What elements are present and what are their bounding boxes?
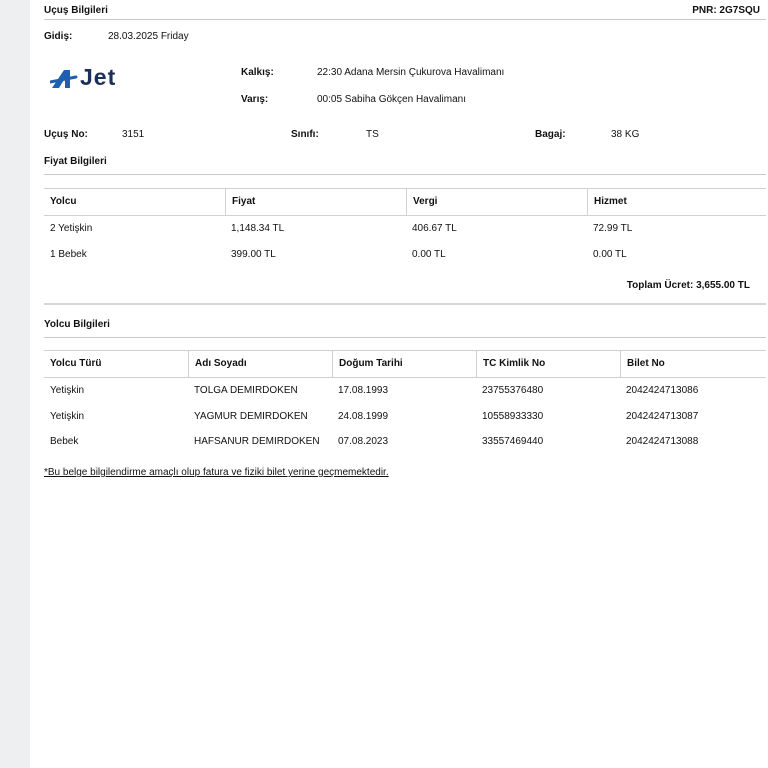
kalkis-value: 22:30 Adana Mersin Çukurova Havalimanı — [317, 67, 505, 78]
kalkis-label: Kalkış: — [241, 67, 274, 78]
ucus-no-value: 3151 — [122, 129, 145, 140]
column-header: Hizmet — [587, 189, 766, 215]
table-cell: Yetişkin — [50, 385, 85, 396]
divider — [44, 19, 766, 20]
section-title-fiyat: Fiyat Bilgileri — [44, 156, 107, 167]
table-cell: 23755376480 — [482, 385, 544, 396]
pnr-code: PNR: 2G7SQU — [692, 5, 760, 16]
gidis-value: 28.03.2025 Friday — [108, 31, 189, 42]
column-header: Fiyat — [225, 189, 406, 215]
table-cell: 17.08.1993 — [338, 385, 389, 396]
ucus-no-label: Uçuş No: — [44, 129, 88, 140]
table-cell: 1,148.34 TL — [231, 223, 285, 234]
column-header: Bilet No — [620, 351, 766, 377]
table-cell: 24.08.1999 — [338, 411, 389, 422]
price-table: Yolcu Fiyat Vergi Hizmet 2 Yetişkin 1,14… — [44, 188, 766, 269]
table-cell: 10558933330 — [482, 411, 544, 422]
bagaj-label: Bagaj: — [535, 129, 566, 140]
table-cell: 72.99 TL — [593, 223, 633, 234]
airline-logo: Jet — [48, 64, 150, 92]
table-cell: 33557469440 — [482, 436, 544, 447]
table-cell: TOLGA DEMIRDOKEN — [194, 385, 298, 396]
total-price: Toplam Ücret: 3,655.00 TL — [626, 280, 750, 291]
gidis-label: Gidiş: — [44, 31, 73, 42]
varis-value: 00:05 Sabiha Gökçen Havalimanı — [317, 94, 466, 105]
table-cell: 0.00 TL — [593, 249, 627, 260]
table-cell: Yetişkin — [50, 411, 85, 422]
column-header: TC Kimlik No — [476, 351, 620, 377]
sinif-value: TS — [366, 129, 379, 140]
section-title-ucus: Uçuş Bilgileri — [44, 5, 108, 16]
table-cell: Bebek — [50, 436, 79, 447]
disclaimer-note: *Bu belge bilgilendirme amaçlı olup fatu… — [44, 467, 389, 478]
table-cell: 07.08.2023 — [338, 436, 389, 447]
document-page: Uçuş Bilgileri PNR: 2G7SQU Gidiş: 28.03.… — [30, 0, 768, 768]
table-cell: 406.67 TL — [412, 223, 457, 234]
table-cell: 2042424713087 — [626, 411, 699, 422]
divider — [44, 337, 766, 338]
table-cell: 0.00 TL — [412, 249, 446, 260]
column-header: Doğum Tarihi — [332, 351, 476, 377]
table-cell: 2 Yetişkin — [50, 223, 93, 234]
logo-text: Jet — [80, 64, 117, 90]
table-cell: HAFSANUR DEMIRDOKEN — [194, 436, 320, 447]
table-cell: 399.00 TL — [231, 249, 276, 260]
table-cell: YAGMUR DEMIRDOKEN — [194, 411, 308, 422]
varis-label: Varış: — [241, 94, 269, 105]
price-table-header: Yolcu Fiyat Vergi Hizmet — [44, 189, 766, 216]
divider — [44, 174, 766, 175]
column-header: Vergi — [406, 189, 587, 215]
table-cell: 2042424713088 — [626, 436, 699, 447]
column-header: Yolcu Türü — [50, 358, 102, 369]
table-cell: 1 Bebek — [50, 249, 87, 260]
table-cell: 2042424713086 — [626, 385, 699, 396]
passenger-table: Yolcu Türü Adı Soyadı Doğum Tarihi TC Ki… — [44, 350, 766, 451]
bagaj-value: 38 KG — [611, 129, 640, 140]
section-title-yolcu: Yolcu Bilgileri — [44, 319, 110, 330]
column-header: Yolcu — [50, 196, 77, 207]
column-header: Adı Soyadı — [188, 351, 332, 377]
passenger-table-header: Yolcu Türü Adı Soyadı Doğum Tarihi TC Ki… — [44, 351, 766, 378]
divider — [44, 303, 766, 305]
sinif-label: Sınıfı: — [291, 129, 319, 140]
